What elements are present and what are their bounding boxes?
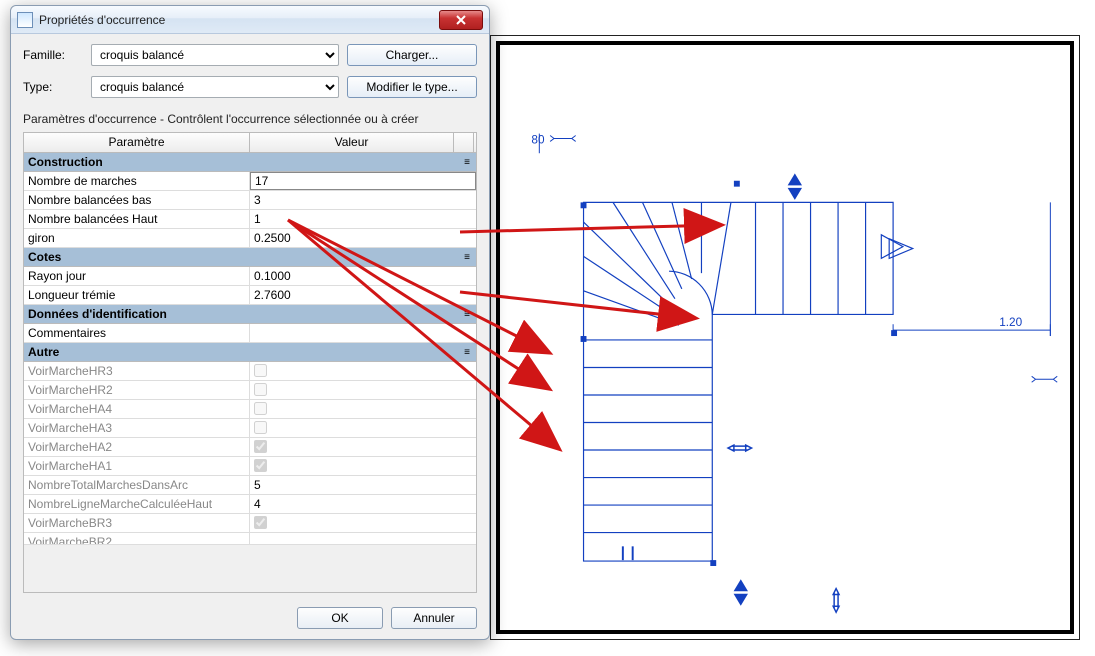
cell-value [250,419,476,437]
cell-value [250,514,476,532]
cell-label: VoirMarcheHA1 [24,457,250,475]
cell-label: Nombre de marches [24,172,250,190]
col-param-header: Paramètre [24,133,250,152]
cell-value [250,400,476,418]
row-nb-bal-bas[interactable]: Nombre balancées bas 3 [24,191,476,210]
cell-label: NombreTotalMarchesDansArc [24,476,250,494]
chevron-up-icon: ≡ [464,252,470,263]
cell-label: VoirMarcheHA3 [24,419,250,437]
col-value-header: Valeur [250,133,454,152]
row-ntm: NombreTotalMarchesDansArc 5 [24,476,476,495]
properties-dialog: Propriétés d'occurrence Famille: croquis… [10,5,490,640]
dialog-title: Propriétés d'occurrence [39,13,439,27]
cell-value[interactable]: 0.2500 [250,229,476,247]
cell-label: giron [24,229,250,247]
cell-label: Longueur trémie [24,286,250,304]
cell-label: Rayon jour [24,267,250,285]
cell-label: VoirMarcheHA4 [24,400,250,418]
cell-value[interactable]: 17 [250,172,476,190]
cell-label: Nombre balancées Haut [24,210,250,228]
row-ha2: VoirMarcheHA2 [24,438,476,457]
row-ha3: VoirMarcheHA3 [24,419,476,438]
param-table: Paramètre Valeur Construction≡ Nombre de… [23,132,477,593]
canvas-frame: 80 [496,41,1074,634]
param-table-header: Paramètre Valeur [23,133,477,153]
cell-value: 4 [250,495,476,513]
dim-top-label: 80 [531,133,545,146]
row-last: VoirMarcheBR2 [24,533,476,545]
group-cotes[interactable]: Cotes≡ [24,248,476,267]
cell-label: VoirMarcheBR3 [24,514,250,532]
cancel-button[interactable]: Annuler [391,607,477,629]
cell-value [250,533,476,544]
row-longueur[interactable]: Longueur trémie 2.7600 [24,286,476,305]
cell-value[interactable]: 1 [250,210,476,228]
params-subtitle: Paramètres d'occurrence - Contrôlent l'o… [23,112,477,126]
cell-value [250,438,476,456]
close-button[interactable] [439,10,483,30]
cell-label: VoirMarcheHR2 [24,381,250,399]
ok-button[interactable]: OK [297,607,383,629]
group-donnees[interactable]: Données d'identification≡ [24,305,476,324]
family-select[interactable]: croquis balancé [91,44,339,66]
cell-value [250,457,476,475]
row-nb-marches[interactable]: Nombre de marches 17 [24,172,476,191]
row-giron[interactable]: giron 0.2500 [24,229,476,248]
chevron-up-icon: ≡ [464,309,470,320]
cell-value[interactable]: 2.7600 [250,286,476,304]
cell-value[interactable]: 3 [250,191,476,209]
row-comment[interactable]: Commentaires [24,324,476,343]
cell-label: VoirMarcheHA2 [24,438,250,456]
row-hr3: VoirMarcheHR3 [24,362,476,381]
app-icon [17,12,33,28]
row-rayon[interactable]: Rayon jour 0.1000 [24,267,476,286]
type-label: Type: [23,80,83,94]
col-expand-header [454,133,474,152]
dim-right-label: 1.20 [999,316,1022,329]
row-ha4: VoirMarcheHA4 [24,400,476,419]
cell-label: Commentaires [24,324,250,342]
cell-value [250,362,476,380]
cell-value: 5 [250,476,476,494]
group-autre[interactable]: Autre≡ [24,343,476,362]
cell-value [250,381,476,399]
row-hr2: VoirMarcheHR2 [24,381,476,400]
param-body[interactable]: Construction≡ Nombre de marches 17 Nombr… [23,153,477,593]
cell-label: NombreLigneMarcheCalculéeHaut [24,495,250,513]
chevron-up-icon: ≡ [464,157,470,168]
family-label: Famille: [23,48,83,62]
group-construction[interactable]: Construction≡ [24,153,476,172]
cell-label: Nombre balancées bas [24,191,250,209]
type-select[interactable]: croquis balancé [91,76,339,98]
titlebar[interactable]: Propriétés d'occurrence [11,6,489,34]
row-ha1: VoirMarcheHA1 [24,457,476,476]
row-br3: VoirMarcheBR3 [24,514,476,533]
cell-label: VoirMarcheHR3 [24,362,250,380]
drawing-canvas[interactable]: 80 [490,35,1080,640]
load-button[interactable]: Charger... [347,44,477,66]
cell-value[interactable] [250,324,476,342]
row-nlm: NombreLigneMarcheCalculéeHaut 4 [24,495,476,514]
modify-type-button[interactable]: Modifier le type... [347,76,477,98]
dialog-footer: OK Annuler [11,599,489,639]
chevron-up-icon: ≡ [464,347,470,358]
row-nb-bal-haut[interactable]: Nombre balancées Haut 1 [24,210,476,229]
cell-label: VoirMarcheBR2 [24,533,250,544]
cell-value[interactable]: 0.1000 [250,267,476,285]
